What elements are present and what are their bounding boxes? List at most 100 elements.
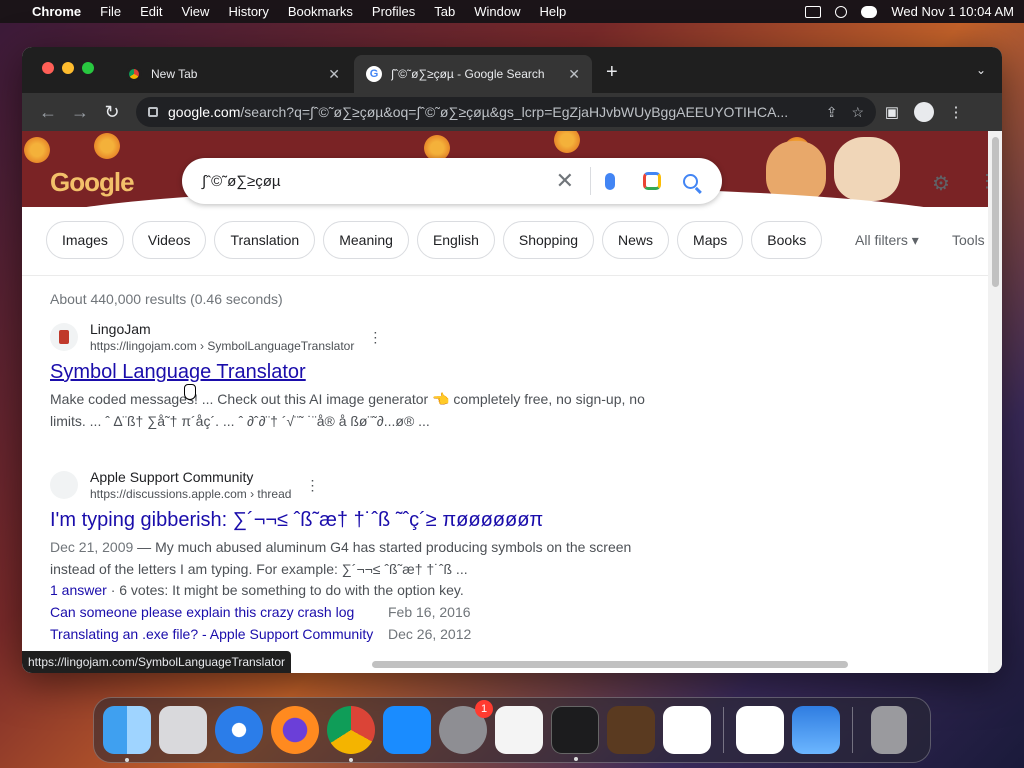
marigold-icon: [552, 131, 582, 155]
search-query[interactable]: ∫ˆ©˜ø∑≥çøµ: [202, 173, 556, 190]
sublink-row[interactable]: Translating an .exe file? - Apple Suppor…: [50, 626, 670, 648]
menu-file[interactable]: File: [100, 4, 121, 19]
menu-bar: Chrome File Edit View History Bookmarks …: [0, 0, 1024, 23]
google-favicon-icon: G: [366, 66, 382, 82]
chip-news[interactable]: News: [602, 221, 670, 259]
garageband-icon[interactable]: [607, 706, 655, 754]
trash-icon[interactable]: [871, 706, 907, 754]
result-sublinks: Can someone please explain this crazy cr…: [50, 604, 670, 648]
result-site-name: Apple Support Community: [90, 469, 254, 485]
vertical-scrollbar[interactable]: [992, 137, 999, 287]
safari-icon[interactable]: [215, 706, 263, 754]
menu-view[interactable]: View: [181, 4, 209, 19]
finder-icon[interactable]: [103, 706, 151, 762]
tools-button[interactable]: Tools: [952, 232, 985, 248]
result-title-link[interactable]: I'm typing gibberish: ∑´¬¬≤ ˆß˜æ† †˙ˆß ˜…: [50, 509, 543, 532]
chrome-icon[interactable]: [327, 706, 375, 762]
chrome-menu-icon[interactable]: ⋮: [940, 103, 972, 121]
site-info-icon[interactable]: [148, 107, 158, 117]
back-button[interactable]: ←: [32, 102, 64, 123]
address-bar[interactable]: google.com/search?q=∫ˆ©˜ø∑≥çøµ&oq=∫ˆ©˜ø∑…: [136, 97, 876, 127]
menu-tab[interactable]: Tab: [434, 4, 455, 19]
horizontal-scrollbar[interactable]: [372, 661, 848, 668]
minimize-window-button[interactable]: [62, 62, 74, 74]
result-source[interactable]: Apple Support Community https://discussi…: [50, 469, 670, 501]
app-store-icon[interactable]: [383, 706, 431, 754]
window-controls: [42, 62, 94, 74]
reload-button[interactable]: ↻: [96, 102, 128, 123]
tab-title: New Tab: [151, 67, 198, 81]
chip-books[interactable]: Books: [751, 221, 823, 259]
close-window-button[interactable]: [42, 62, 54, 74]
zoom-window-button[interactable]: [82, 62, 94, 74]
terminal-icon[interactable]: [551, 706, 599, 761]
result-title-link[interactable]: Symbol Language Translator: [50, 361, 306, 384]
result-answers: 1 answer · 6 votes: It might be somethin…: [50, 582, 464, 598]
menu-history[interactable]: History: [228, 4, 268, 19]
mouse-pointer-icon: [184, 384, 196, 400]
answer-count-link[interactable]: 1 answer: [50, 582, 107, 598]
gear-icon[interactable]: ⚙: [932, 171, 950, 196]
result-source[interactable]: LingoJam https://lingojam.com › SymbolLa…: [50, 321, 670, 353]
sublink-row[interactable]: Can someone please explain this crazy cr…: [50, 604, 670, 626]
chip-meaning[interactable]: Meaning: [323, 221, 409, 259]
result-snippet: Dec 21, 2009 — My much abused aluminum G…: [50, 539, 632, 577]
profile-avatar[interactable]: [914, 102, 934, 122]
share-icon[interactable]: ⇪: [826, 104, 838, 121]
result-url: https://lingojam.com › SymbolLanguageTra…: [90, 339, 355, 353]
apps-menu-icon[interactable]: ⋮: [978, 171, 988, 192]
chip-english[interactable]: English: [416, 221, 495, 259]
forward-button[interactable]: →: [64, 102, 96, 123]
menu-bookmarks[interactable]: Bookmarks: [288, 4, 353, 19]
marigold-icon: [92, 131, 122, 161]
tab-search-chevron-icon[interactable]: ⌄: [976, 63, 986, 77]
clear-search-icon[interactable]: ✕: [556, 168, 574, 194]
notification-badge: 1: [475, 700, 493, 718]
menu-window[interactable]: Window: [474, 4, 520, 19]
chip-maps[interactable]: Maps: [677, 221, 744, 259]
tab-close-icon[interactable]: ✕: [568, 66, 580, 83]
menu-profiles[interactable]: Profiles: [372, 4, 415, 19]
menu-app-name[interactable]: Chrome: [32, 4, 81, 19]
chip-images[interactable]: Images: [46, 221, 124, 259]
browser-window: New Tab ✕ G ∫ˆ©˜ø∑≥çøµ - Google Search ✕…: [22, 47, 1002, 673]
weather-icon[interactable]: [792, 706, 840, 754]
result-options-icon[interactable]: ⋮: [305, 477, 319, 494]
tab-new-tab[interactable]: New Tab ✕: [114, 55, 352, 93]
firefox-icon[interactable]: [271, 706, 319, 754]
result-options-icon[interactable]: ⋮: [368, 329, 382, 346]
result-site-name: LingoJam: [90, 321, 151, 337]
voice-search-icon[interactable]: [605, 172, 615, 190]
spotlight-icon[interactable]: [835, 5, 848, 18]
menu-edit[interactable]: Edit: [140, 4, 162, 19]
search-icon[interactable]: [683, 173, 698, 189]
tab-title: ∫ˆ©˜ø∑≥çøµ - Google Search: [391, 67, 545, 81]
vscode-icon[interactable]: [663, 706, 711, 754]
menu-clock[interactable]: Wed Nov 1 10:04 AM: [891, 4, 1014, 19]
system-settings-icon[interactable]: 1: [439, 700, 493, 754]
tab-google-search[interactable]: G ∫ˆ©˜ø∑≥çøµ - Google Search ✕: [354, 55, 592, 93]
chip-videos[interactable]: Videos: [131, 221, 207, 259]
chrome-icon: [126, 66, 142, 82]
launchpad-icon[interactable]: [159, 706, 207, 754]
menu-help[interactable]: Help: [540, 4, 567, 19]
chip-translation[interactable]: Translation: [214, 221, 316, 259]
search-results-page: Google ∫ˆ©˜ø∑≥çøµ ✕ ⚙ ⋮ Images Videos Tr…: [22, 131, 988, 673]
control-center-icon[interactable]: [861, 5, 878, 18]
textedit-icon[interactable]: [495, 706, 543, 754]
search-result: Apple Support Community https://discussi…: [50, 469, 670, 648]
screen-mirroring-icon[interactable]: [805, 5, 822, 18]
tab-close-icon[interactable]: ✕: [328, 66, 340, 83]
new-tab-button[interactable]: +: [606, 61, 618, 84]
dock: 1: [93, 697, 931, 763]
address-url: google.com/search?q=∫ˆ©˜ø∑≥çøµ&oq=∫ˆ©˜ø∑…: [168, 104, 789, 120]
bookmark-star-icon[interactable]: ☆: [851, 104, 864, 121]
all-filters-dropdown[interactable]: All filters ▾: [855, 232, 919, 249]
side-panel-icon[interactable]: ▣: [876, 103, 908, 121]
search-input[interactable]: ∫ˆ©˜ø∑≥çøµ ✕: [182, 158, 722, 204]
google-doodle-logo[interactable]: Google: [50, 167, 135, 198]
visual-studio-icon[interactable]: [736, 706, 784, 754]
google-lens-icon[interactable]: [643, 172, 661, 190]
chip-shopping[interactable]: Shopping: [502, 221, 595, 259]
marigold-icon: [22, 135, 52, 165]
